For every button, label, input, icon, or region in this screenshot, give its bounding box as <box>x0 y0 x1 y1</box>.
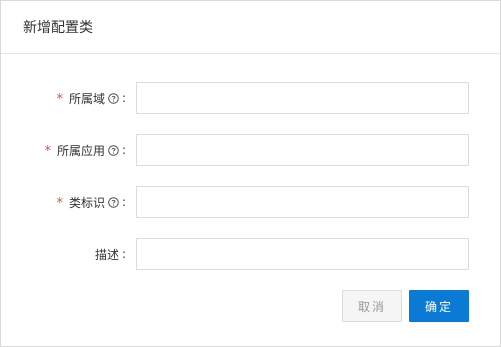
field-label-application: * 所属应用 : <box>44 134 128 166</box>
field-label-text: 所属应用 <box>56 143 105 158</box>
field-label-text: 类标识 <box>68 195 105 210</box>
dialog-header: 新增配置类 <box>1 1 500 54</box>
form-row-application: * 所属应用 : <box>1 134 500 166</box>
form-row-domain: * 所属域 : <box>1 82 500 114</box>
domain-input[interactable] <box>136 82 469 114</box>
application-input[interactable] <box>136 134 469 166</box>
dialog-title: 新增配置类 <box>23 20 93 36</box>
question-circle-icon[interactable] <box>108 144 119 156</box>
label-colon: : <box>121 195 126 209</box>
question-circle-icon[interactable] <box>108 196 119 208</box>
cancel-button[interactable]: 取消 <box>342 290 402 322</box>
add-config-class-dialog: 新增配置类 * 所属域 : * 所属应用 : * 类标识: 描述: 取消 确… <box>0 0 501 347</box>
form-row-description: 描述 : <box>1 238 500 270</box>
required-mark: * <box>56 195 63 211</box>
required-mark: * <box>56 91 63 107</box>
form-row-class-id: * 类标识 : <box>1 186 500 218</box>
field-label-text: 描述 <box>94 247 119 262</box>
field-label-text: 所属域 <box>68 91 105 106</box>
class-id-input[interactable] <box>136 186 469 218</box>
description-input[interactable] <box>136 238 469 270</box>
question-circle-icon[interactable] <box>108 92 119 104</box>
label-colon: : <box>121 143 126 157</box>
field-label-domain: * 所属域 : <box>56 82 128 114</box>
label-colon: : <box>121 91 126 105</box>
field-label-class-id: * 类标识 : <box>56 186 128 218</box>
confirm-button[interactable]: 确定 <box>409 290 469 322</box>
field-label-description: 描述 : <box>95 238 128 270</box>
label-colon: : <box>121 247 126 261</box>
required-mark: * <box>44 143 51 159</box>
